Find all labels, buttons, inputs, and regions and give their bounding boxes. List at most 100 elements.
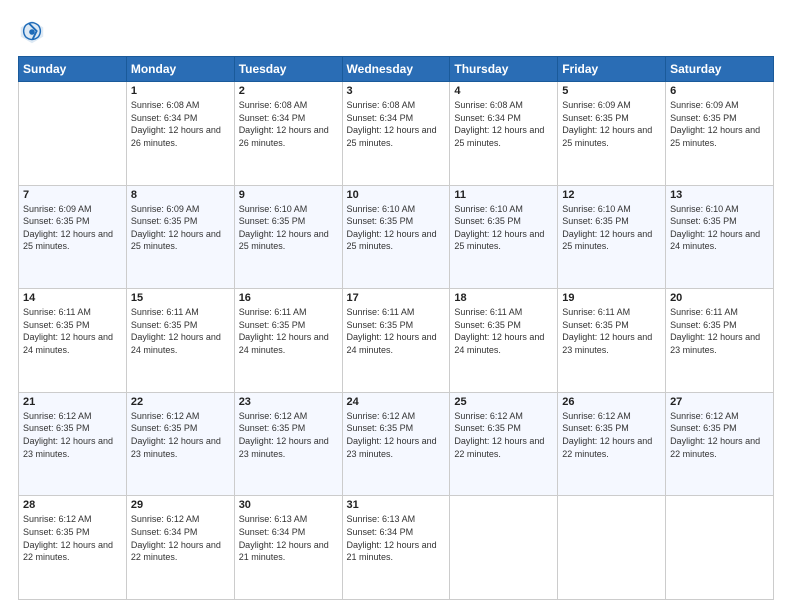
cell-text: Sunrise: 6:12 AM Sunset: 6:35 PM Dayligh… xyxy=(239,410,338,460)
col-tuesday: Tuesday xyxy=(234,57,342,82)
day-number: 24 xyxy=(347,396,446,408)
day-number: 1 xyxy=(131,85,230,97)
day-number: 20 xyxy=(670,292,769,304)
day-number: 23 xyxy=(239,396,338,408)
cell-text: Sunrise: 6:12 AM Sunset: 6:35 PM Dayligh… xyxy=(454,410,553,460)
day-number: 27 xyxy=(670,396,769,408)
cell-text: Sunrise: 6:11 AM Sunset: 6:35 PM Dayligh… xyxy=(131,306,230,356)
cell-text: Sunrise: 6:11 AM Sunset: 6:35 PM Dayligh… xyxy=(562,306,661,356)
calendar-cell xyxy=(450,496,558,600)
calendar-cell: 6 Sunrise: 6:09 AM Sunset: 6:35 PM Daylig… xyxy=(666,82,774,186)
day-number: 15 xyxy=(131,292,230,304)
calendar-cell: 11 Sunrise: 6:10 AM Sunset: 6:35 PM Dayli… xyxy=(450,185,558,289)
calendar-cell: 22 Sunrise: 6:12 AM Sunset: 6:35 PM Dayli… xyxy=(126,392,234,496)
cell-text: Sunrise: 6:08 AM Sunset: 6:34 PM Dayligh… xyxy=(131,99,230,149)
calendar-cell: 19Sunrise: 6:11 AM Sunset: 6:35 PM Dayli… xyxy=(558,289,666,393)
day-number: 18 xyxy=(454,292,553,304)
cell-text: Sunrise: 6:08 AM Sunset: 6:34 PM Dayligh… xyxy=(454,99,553,149)
day-number: 2 xyxy=(239,85,338,97)
cell-text: Sunrise: 6:11 AM Sunset: 6:35 PM Dayligh… xyxy=(454,306,553,356)
day-number: 10 xyxy=(347,189,446,201)
calendar-cell: 28 Sunrise: 6:12 AM Sunset: 6:35 PM Dayli… xyxy=(19,496,127,600)
calendar-cell: 29 Sunrise: 6:12 AM Sunset: 6:34 PM Dayli… xyxy=(126,496,234,600)
col-thursday: Thursday xyxy=(450,57,558,82)
calendar-cell: 23 Sunrise: 6:12 AM Sunset: 6:35 PM Dayli… xyxy=(234,392,342,496)
cell-text: Sunrise: 6:12 AM Sunset: 6:35 PM Dayligh… xyxy=(347,410,446,460)
cell-text: Sunrise: 6:12 AM Sunset: 6:34 PM Dayligh… xyxy=(131,513,230,563)
page: Sunday Monday Tuesday Wednesday Thursday… xyxy=(0,0,792,612)
cell-text: Sunrise: 6:11 AM Sunset: 6:35 PM Dayligh… xyxy=(239,306,338,356)
day-number: 22 xyxy=(131,396,230,408)
cell-text: Sunrise: 6:13 AM Sunset: 6:34 PM Dayligh… xyxy=(347,513,446,563)
calendar-cell: 21 Sunrise: 6:12 AM Sunset: 6:35 PM Dayli… xyxy=(19,392,127,496)
calendar-cell: 8 Sunrise: 6:09 AM Sunset: 6:35 PM Daylig… xyxy=(126,185,234,289)
logo-icon xyxy=(18,18,46,46)
calendar-cell xyxy=(558,496,666,600)
calendar-cell: 13Sunrise: 6:10 AM Sunset: 6:35 PM Dayli… xyxy=(666,185,774,289)
calendar-cell: 2 Sunrise: 6:08 AM Sunset: 6:34 PM Daylig… xyxy=(234,82,342,186)
cell-text: Sunrise: 6:10 AM Sunset: 6:35 PM Dayligh… xyxy=(454,203,553,253)
calendar-table: Sunday Monday Tuesday Wednesday Thursday… xyxy=(18,56,774,600)
calendar-cell: 10 Sunrise: 6:10 AM Sunset: 6:35 PM Dayli… xyxy=(342,185,450,289)
day-number: 3 xyxy=(347,85,446,97)
col-friday: Friday xyxy=(558,57,666,82)
day-number: 28 xyxy=(23,499,122,511)
day-number: 8 xyxy=(131,189,230,201)
calendar-cell: 20 Sunrise: 6:11 AM Sunset: 6:35 PM Dayli… xyxy=(666,289,774,393)
cell-text: Sunrise: 6:12 AM Sunset: 6:35 PM Dayligh… xyxy=(23,410,122,460)
calendar-cell: 30 Sunrise: 6:13 AM Sunset: 6:34 PM Dayli… xyxy=(234,496,342,600)
day-number: 9 xyxy=(239,189,338,201)
day-number: 6 xyxy=(670,85,769,97)
cell-text: Sunrise: 6:10 AM Sunset: 6:35 PM Dayligh… xyxy=(239,203,338,253)
cell-text: Sunrise: 6:10 AM Sunset: 6:35 PM Dayligh… xyxy=(670,203,769,253)
day-number: 4 xyxy=(454,85,553,97)
calendar-cell xyxy=(666,496,774,600)
day-number: 17 xyxy=(347,292,446,304)
calendar-body: 1 Sunrise: 6:08 AM Sunset: 6:34 PM Daylig… xyxy=(19,82,774,600)
cell-text: Sunrise: 6:09 AM Sunset: 6:35 PM Dayligh… xyxy=(23,203,122,253)
day-number: 7 xyxy=(23,189,122,201)
calendar-cell: 4 Sunrise: 6:08 AM Sunset: 6:34 PM Daylig… xyxy=(450,82,558,186)
calendar-cell xyxy=(19,82,127,186)
calendar-cell: 3 Sunrise: 6:08 AM Sunset: 6:34 PM Daylig… xyxy=(342,82,450,186)
calendar-cell: 26 Sunrise: 6:12 AM Sunset: 6:35 PM Dayli… xyxy=(558,392,666,496)
col-monday: Monday xyxy=(126,57,234,82)
cell-text: Sunrise: 6:09 AM Sunset: 6:35 PM Dayligh… xyxy=(562,99,661,149)
day-number: 26 xyxy=(562,396,661,408)
day-number: 16 xyxy=(239,292,338,304)
cell-text: Sunrise: 6:08 AM Sunset: 6:34 PM Dayligh… xyxy=(239,99,338,149)
cell-text: Sunrise: 6:10 AM Sunset: 6:35 PM Dayligh… xyxy=(562,203,661,253)
cell-text: Sunrise: 6:09 AM Sunset: 6:35 PM Dayligh… xyxy=(131,203,230,253)
cell-text: Sunrise: 6:10 AM Sunset: 6:35 PM Dayligh… xyxy=(347,203,446,253)
day-number: 5 xyxy=(562,85,661,97)
cell-text: Sunrise: 6:11 AM Sunset: 6:35 PM Dayligh… xyxy=(347,306,446,356)
cell-text: Sunrise: 6:12 AM Sunset: 6:35 PM Dayligh… xyxy=(131,410,230,460)
cell-text: Sunrise: 6:13 AM Sunset: 6:34 PM Dayligh… xyxy=(239,513,338,563)
day-number: 29 xyxy=(131,499,230,511)
cell-text: Sunrise: 6:08 AM Sunset: 6:34 PM Dayligh… xyxy=(347,99,446,149)
col-wednesday: Wednesday xyxy=(342,57,450,82)
calendar-cell: 18 Sunrise: 6:11 AM Sunset: 6:35 PM Dayli… xyxy=(450,289,558,393)
header xyxy=(18,18,774,46)
day-number: 11 xyxy=(454,189,553,201)
day-number: 30 xyxy=(239,499,338,511)
calendar-week-5: 28 Sunrise: 6:12 AM Sunset: 6:35 PM Dayli… xyxy=(19,496,774,600)
calendar-cell: 25 Sunrise: 6:12 AM Sunset: 6:35 PM Dayli… xyxy=(450,392,558,496)
cell-text: Sunrise: 6:11 AM Sunset: 6:35 PM Dayligh… xyxy=(23,306,122,356)
cell-text: Sunrise: 6:12 AM Sunset: 6:35 PM Dayligh… xyxy=(562,410,661,460)
day-number: 25 xyxy=(454,396,553,408)
cell-text: Sunrise: 6:12 AM Sunset: 6:35 PM Dayligh… xyxy=(23,513,122,563)
day-number: 12 xyxy=(562,189,661,201)
cell-text: Sunrise: 6:09 AM Sunset: 6:35 PM Dayligh… xyxy=(670,99,769,149)
calendar-cell: 14 Sunrise: 6:11 AM Sunset: 6:35 PM Dayli… xyxy=(19,289,127,393)
day-number: 21 xyxy=(23,396,122,408)
calendar-cell: 31Sunrise: 6:13 AM Sunset: 6:34 PM Dayli… xyxy=(342,496,450,600)
calendar-header-row: Sunday Monday Tuesday Wednesday Thursday… xyxy=(19,57,774,82)
calendar-week-4: 21 Sunrise: 6:12 AM Sunset: 6:35 PM Dayli… xyxy=(19,392,774,496)
col-sunday: Sunday xyxy=(19,57,127,82)
calendar-cell: 1 Sunrise: 6:08 AM Sunset: 6:34 PM Daylig… xyxy=(126,82,234,186)
cell-text: Sunrise: 6:11 AM Sunset: 6:35 PM Dayligh… xyxy=(670,306,769,356)
calendar-cell: 7 Sunrise: 6:09 AM Sunset: 6:35 PM Daylig… xyxy=(19,185,127,289)
day-number: 14 xyxy=(23,292,122,304)
logo xyxy=(18,18,50,46)
